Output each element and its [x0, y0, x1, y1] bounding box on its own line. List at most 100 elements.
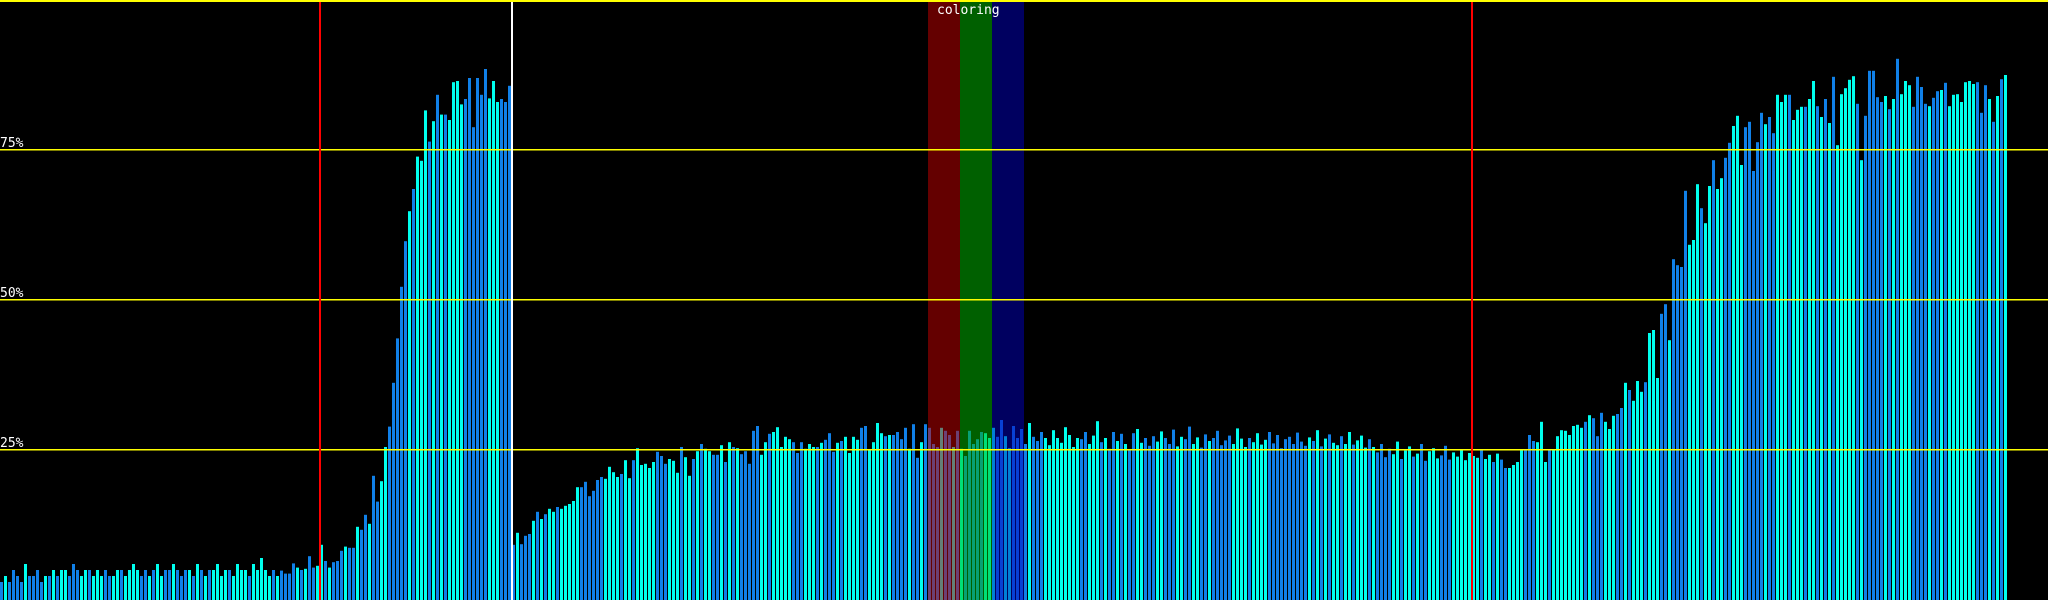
- histogram-bar: [1572, 426, 1575, 600]
- histogram-bar: [784, 436, 787, 600]
- histogram-bar: [780, 447, 783, 600]
- histogram-bar: [704, 448, 707, 600]
- histogram-bar: [1544, 462, 1547, 600]
- histogram-bar: [1200, 447, 1203, 600]
- histogram-bar: [1300, 441, 1303, 600]
- histogram-bar: [1536, 442, 1539, 600]
- histogram-bar: [1524, 450, 1527, 600]
- histogram-bar: [432, 121, 435, 600]
- histogram-bar: [324, 561, 327, 600]
- histogram-bar: [1204, 434, 1207, 600]
- histogram-bar: [1280, 448, 1283, 600]
- histogram-bar: [1264, 439, 1267, 600]
- histogram-bar: [424, 110, 427, 600]
- histogram-bar: [640, 465, 643, 600]
- histogram-bar: [1304, 445, 1307, 600]
- histogram-bar: [248, 576, 251, 600]
- histogram-bar: [812, 447, 815, 600]
- histogram-bar: [468, 78, 471, 600]
- histogram-bar: [608, 466, 611, 600]
- histogram-bar: [904, 427, 907, 600]
- histogram-bar: [476, 78, 479, 600]
- histogram-bar: [776, 427, 779, 600]
- red-marker-line-left[interactable]: [319, 0, 321, 600]
- histogram-bar: [1056, 438, 1059, 600]
- histogram-bar: [296, 567, 299, 600]
- histogram-bar: [1088, 444, 1091, 600]
- histogram-bar: [188, 570, 191, 600]
- histogram-bar: [1208, 441, 1211, 600]
- histogram-bar: [816, 447, 819, 600]
- histogram-bar: [1224, 440, 1227, 600]
- histogram-bar: [1504, 468, 1507, 600]
- histogram-bar: [1712, 160, 1715, 600]
- histogram-bar: [1060, 442, 1063, 600]
- histogram-bar: [88, 570, 91, 600]
- histogram-bar: [1164, 438, 1167, 600]
- histogram-bar: [1740, 165, 1743, 600]
- histogram-bar: [1956, 94, 1959, 600]
- histogram-bar: [256, 570, 259, 600]
- histogram-bar: [1260, 444, 1263, 600]
- histogram-bar: [652, 462, 655, 600]
- histogram-bar: [1456, 456, 1459, 600]
- histogram-bar: [268, 576, 271, 600]
- histogram-bar: [1844, 88, 1847, 600]
- histogram-bar: [1468, 453, 1471, 600]
- histogram-bar: [1316, 430, 1319, 600]
- histogram-bar: [1216, 430, 1219, 600]
- histogram-bar: [1392, 454, 1395, 600]
- white-cursor-line[interactable]: [511, 0, 513, 600]
- histogram-bar: [920, 442, 923, 600]
- histogram-bar: [648, 468, 651, 600]
- histogram-bar: [1832, 76, 1835, 600]
- histogram-bar: [1652, 330, 1655, 600]
- histogram-bar: [1612, 415, 1615, 600]
- ytick-label-50: 50%: [0, 286, 24, 301]
- histogram-bar: [612, 472, 615, 600]
- coloring-label: coloring: [937, 3, 1000, 18]
- histogram-bar: [448, 120, 451, 600]
- histogram-bar: [232, 576, 235, 600]
- histogram-bar: [844, 436, 847, 600]
- histogram-bar: [1552, 450, 1555, 600]
- histogram-bar: [1960, 102, 1963, 600]
- histogram-bar: [852, 436, 855, 600]
- histogram-bar: [1120, 433, 1123, 600]
- histogram-bar: [1632, 400, 1635, 600]
- histogram-bar: [12, 570, 15, 600]
- histogram-bar: [636, 448, 639, 600]
- histogram-bar: [752, 430, 755, 600]
- histogram-bar: [628, 478, 631, 600]
- histogram-bar: [380, 481, 383, 600]
- histogram-bar: [196, 564, 199, 600]
- histogram-bar: [508, 85, 511, 600]
- histogram-bar: [644, 463, 647, 600]
- histogram-bar: [1492, 462, 1495, 600]
- histogram-bar: [160, 576, 163, 600]
- histogram-bar: [372, 475, 375, 600]
- histogram-bar: [116, 570, 119, 600]
- histogram-bar: [1988, 99, 1991, 600]
- histogram-bar: [1984, 85, 1987, 600]
- histogram-bar: [1388, 448, 1391, 600]
- histogram-bar: [880, 433, 883, 600]
- histogram-bar: [1424, 460, 1427, 600]
- histogram-bar: [1168, 444, 1171, 600]
- histogram-bar: [460, 104, 463, 600]
- histogram-bar: [1268, 432, 1271, 600]
- red-marker-line-right[interactable]: [1471, 0, 1473, 600]
- histogram-bar: [1428, 451, 1431, 600]
- histogram-bar: [504, 102, 507, 600]
- histogram-bar: [128, 570, 131, 600]
- histogram-bar: [828, 433, 831, 600]
- histogram-bar: [176, 570, 179, 600]
- histogram-bar: [168, 570, 171, 600]
- histogram-bar: [492, 81, 495, 600]
- histogram-bar: [400, 286, 403, 600]
- histogram-bar: [1788, 94, 1791, 600]
- histogram-bar: [700, 444, 703, 600]
- histogram-bar: [1036, 441, 1039, 600]
- histogram-bar: [1336, 445, 1339, 600]
- histogram-bar: [192, 576, 195, 600]
